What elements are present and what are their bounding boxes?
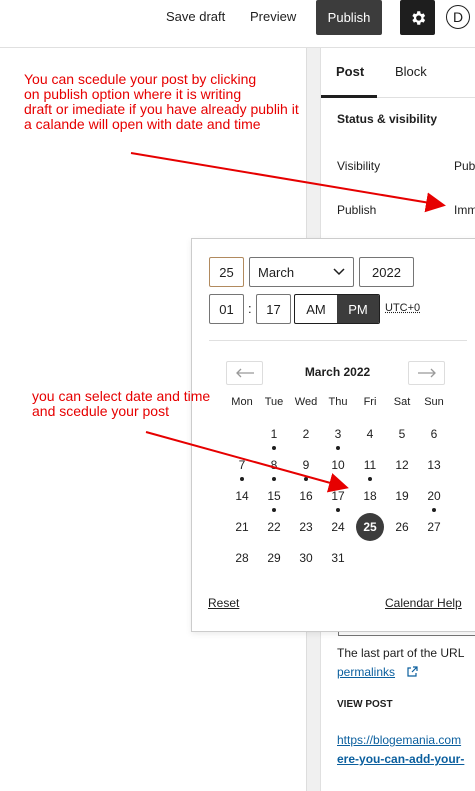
annotation-arrow-top [130, 152, 446, 213]
annotation-arrow-middle [145, 431, 349, 493]
annotation-arrows [130, 152, 446, 493]
